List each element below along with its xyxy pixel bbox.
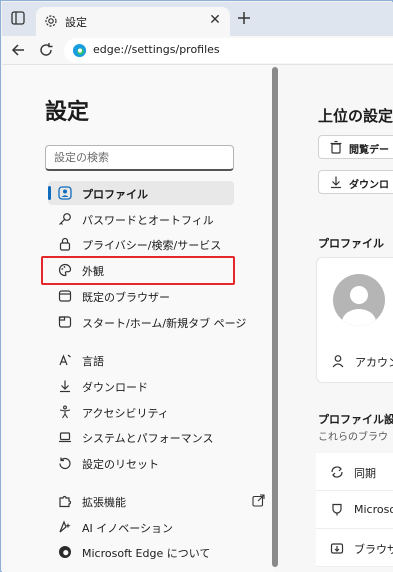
sidebar-item-default-browser[interactable]: 既定のブラウザー bbox=[48, 284, 234, 308]
person-icon bbox=[332, 355, 344, 368]
main-heading: 上位の設定 bbox=[318, 107, 393, 125]
download-icon bbox=[331, 176, 341, 189]
sidebar-item-about[interactable]: Microsoft Edge について bbox=[48, 540, 234, 564]
tab-actions-icon[interactable] bbox=[11, 11, 25, 25]
lock-icon bbox=[59, 237, 71, 251]
sidebar-item-system[interactable]: システムとパフォーマンス bbox=[48, 425, 234, 449]
sidebar-item-ai-innovation[interactable]: AI イノベーション bbox=[48, 515, 234, 539]
profile-settings-title: プロファイル設 bbox=[318, 413, 393, 426]
reset-icon bbox=[59, 457, 71, 470]
navigation-bar: edge://settings/profiles bbox=[2, 36, 393, 65]
sidebar-scrollbar[interactable] bbox=[272, 67, 278, 567]
rewards-row[interactable]: Microso bbox=[316, 491, 393, 529]
selected-indicator bbox=[48, 186, 51, 200]
sidebar-item-label: 拡張機能 bbox=[82, 496, 126, 509]
profile-section-title: プロファイル bbox=[318, 237, 384, 250]
account-label: アカウン bbox=[355, 356, 393, 369]
avatar-silhouette-icon bbox=[342, 286, 376, 326]
sidebar-item-label: 既定のブラウザー bbox=[82, 291, 170, 304]
trash-icon bbox=[330, 140, 342, 154]
sync-row[interactable]: 同期 bbox=[316, 453, 393, 491]
profile-card: アカウン bbox=[316, 257, 393, 383]
search-input[interactable] bbox=[45, 145, 234, 171]
tab-settings[interactable]: 設定 ✕ bbox=[36, 7, 230, 36]
sync-icon bbox=[331, 466, 343, 478]
sidebar-item-downloads[interactable]: ダウンロード bbox=[48, 374, 234, 398]
clear-browsing-data-button[interactable]: 閲覧デー bbox=[318, 135, 393, 159]
sidebar-item-profiles[interactable]: プロファイル bbox=[48, 181, 234, 205]
puzzle-icon bbox=[59, 495, 72, 508]
ai-sparkle-icon bbox=[59, 520, 71, 533]
url-text: edge://settings/profiles bbox=[93, 43, 220, 56]
close-icon[interactable]: ✕ bbox=[208, 13, 222, 27]
language-icon bbox=[59, 354, 71, 366]
sidebar-item-label: スタート/ホーム/新規タブ ページ bbox=[82, 317, 247, 330]
sidebar-item-accessibility[interactable]: アクセシビリティ bbox=[48, 400, 234, 424]
address-bar[interactable]: edge://settings/profiles bbox=[64, 38, 393, 63]
edge-logo-icon bbox=[59, 546, 71, 558]
row-label: 同期 bbox=[354, 467, 376, 480]
sidebar-item-label: アクセシビリティ bbox=[82, 407, 169, 420]
new-tab-icon[interactable] bbox=[236, 10, 252, 26]
sidebar-item-passwords[interactable]: パスワードとオートフィル bbox=[48, 207, 234, 231]
sidebar-item-start-home[interactable]: スタート/ホーム/新規タブ ページ bbox=[48, 310, 246, 334]
button-label: 閲覧デー bbox=[349, 145, 389, 156]
home-tab-icon bbox=[58, 316, 72, 328]
accessibility-icon bbox=[59, 405, 71, 419]
sidebar-item-reset[interactable]: 設定のリセット bbox=[48, 451, 234, 475]
laptop-icon bbox=[59, 432, 71, 443]
key-icon bbox=[59, 213, 71, 225]
sidebar-item-label: システムとパフォーマンス bbox=[82, 432, 214, 445]
sidebar-item-label: 設定のリセット bbox=[82, 458, 159, 471]
sidebar-item-label: ダウンロード bbox=[82, 381, 148, 394]
sidebar-item-label: Microsoft Edge について bbox=[82, 547, 211, 560]
sidebar-item-languages[interactable]: 言語 bbox=[48, 348, 234, 372]
external-link-icon[interactable] bbox=[252, 494, 265, 507]
import-icon bbox=[330, 543, 344, 554]
main-pane: 上位の設定 閲覧デー ダウンロ プロファイル アカウ プロファイル設 これらのブ… bbox=[292, 65, 393, 572]
sidebar-item-label: 外観 bbox=[82, 265, 104, 278]
palette-icon bbox=[58, 263, 72, 277]
sidebar-item-appearance[interactable]: 外観 bbox=[48, 258, 234, 282]
rewards-icon bbox=[332, 503, 342, 516]
sidebar-item-label: 言語 bbox=[82, 355, 104, 368]
sidebar-item-privacy[interactable]: プライバシー/検索/サービス bbox=[48, 232, 234, 256]
button-label: ダウンロ bbox=[349, 180, 389, 191]
avatar[interactable] bbox=[333, 274, 385, 326]
sidebar-item-label: パスワードとオートフィル bbox=[82, 214, 214, 227]
tab-title: 設定 bbox=[65, 16, 87, 29]
back-arrow-icon[interactable] bbox=[10, 42, 26, 58]
browser-window-icon bbox=[58, 290, 72, 302]
profile-icon bbox=[58, 186, 72, 200]
settings-sidebar: 設定 プロファイル パスワードとオートフィル bbox=[6, 65, 278, 572]
refresh-icon[interactable] bbox=[38, 42, 54, 58]
import-browser-data-row[interactable]: ブラウザ bbox=[316, 529, 393, 567]
row-label: Microso bbox=[354, 503, 393, 516]
gear-icon bbox=[45, 15, 57, 27]
sidebar-item-extensions[interactable]: 拡張機能 bbox=[48, 489, 265, 513]
row-label: ブラウザ bbox=[354, 543, 393, 556]
edge-logo-icon bbox=[72, 43, 87, 58]
tab-strip: 設定 ✕ bbox=[2, 2, 393, 36]
browser-window: 設定 ✕ edge://settings/profiles 設定 設定の検索 プ… bbox=[0, 0, 393, 572]
sidebar-item-label: AI イノベーション bbox=[82, 522, 174, 535]
downloads-button[interactable]: ダウンロ bbox=[318, 170, 393, 194]
sidebar-item-label: プライバシー/検索/サービス bbox=[82, 239, 222, 252]
profile-settings-subtitle: これらのブラウ bbox=[318, 432, 388, 443]
download-icon bbox=[60, 380, 70, 393]
sidebar-item-label: プロファイル bbox=[82, 188, 148, 201]
settings-page: 設定 プロファイル パスワードとオートフィル bbox=[2, 65, 393, 572]
page-title: 設定 bbox=[45, 100, 90, 125]
